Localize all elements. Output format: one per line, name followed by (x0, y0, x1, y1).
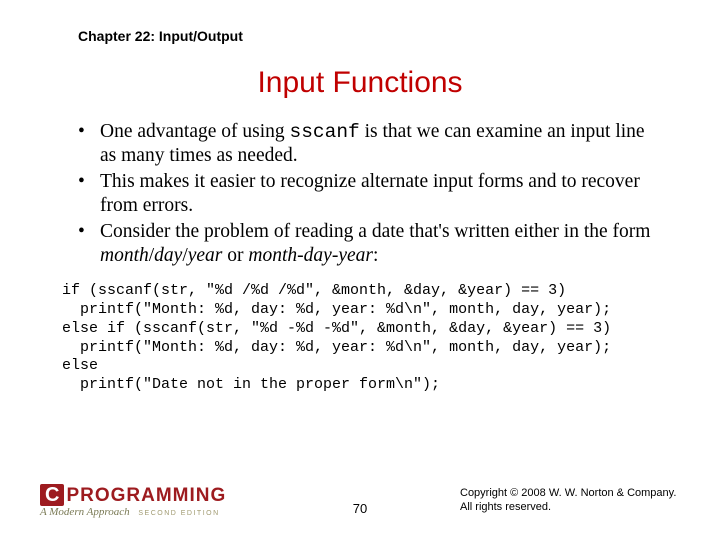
logo-edition: SECOND EDITION (138, 510, 219, 517)
logo-c-badge: C (40, 484, 64, 506)
code-line: if (sscanf(str, "%d /%d /%d", &month, &d… (62, 282, 566, 299)
code-run: sscanf (290, 121, 360, 143)
bullet-text: One advantage of using sscanf is that we… (100, 120, 660, 169)
italic-run: day (154, 245, 182, 266)
page-number: 70 (353, 501, 367, 516)
text-run: One advantage of using (100, 121, 290, 142)
bullet-item: • This makes it easier to recognize alte… (78, 170, 660, 219)
bullet-item: • Consider the problem of reading a date… (78, 220, 660, 269)
bullet-item: • One advantage of using sscanf is that … (78, 120, 660, 169)
bullet-dot: • (78, 220, 100, 269)
text-run: or (222, 245, 248, 266)
bullet-dot: • (78, 120, 100, 169)
bullet-list: • One advantage of using sscanf is that … (78, 120, 660, 268)
slide-title: Input Functions (40, 66, 680, 100)
copyright-line: All rights reserved. (460, 501, 680, 515)
logo-word: PROGRAMMING (66, 486, 226, 505)
code-line: printf("Month: %d, day: %d, year: %d\n",… (62, 339, 611, 356)
book-logo: C PROGRAMMING A Modern Approach SECOND E… (40, 484, 226, 518)
copyright-line: Copyright © 2008 W. W. Norton & Company. (460, 487, 680, 501)
bullet-text: This makes it easier to recognize altern… (100, 170, 660, 219)
italic-run: month (248, 245, 297, 266)
code-line: printf("Month: %d, day: %d, year: %d\n",… (62, 301, 611, 318)
code-line: else if (sscanf(str, "%d -%d -%d", &mont… (62, 320, 611, 337)
copyright: Copyright © 2008 W. W. Norton & Company.… (460, 487, 680, 515)
bullet-dot: • (78, 170, 100, 219)
logo-top: C PROGRAMMING (40, 484, 226, 506)
italic-run: day (304, 245, 332, 266)
footer: C PROGRAMMING A Modern Approach SECOND E… (40, 484, 680, 518)
code-line: else (62, 357, 98, 374)
slide: Chapter 22: Input/Output Input Functions… (0, 0, 720, 540)
text-run: : (373, 245, 378, 266)
italic-run: month (100, 245, 149, 266)
bullet-text: Consider the problem of reading a date t… (100, 220, 660, 269)
text-run: This makes it easier to recognize altern… (100, 171, 640, 216)
text-run: Consider the problem of reading a date t… (100, 221, 650, 242)
text-run: A Modern Approach (40, 506, 130, 518)
italic-run: year (338, 245, 373, 266)
logo-subtitle: A Modern Approach SECOND EDITION (40, 507, 226, 518)
code-block: if (sscanf(str, "%d /%d /%d", &month, &d… (62, 282, 680, 395)
italic-run: year (188, 245, 223, 266)
chapter-label: Chapter 22: Input/Output (78, 28, 680, 44)
code-line: printf("Date not in the proper form\n"); (62, 376, 440, 393)
